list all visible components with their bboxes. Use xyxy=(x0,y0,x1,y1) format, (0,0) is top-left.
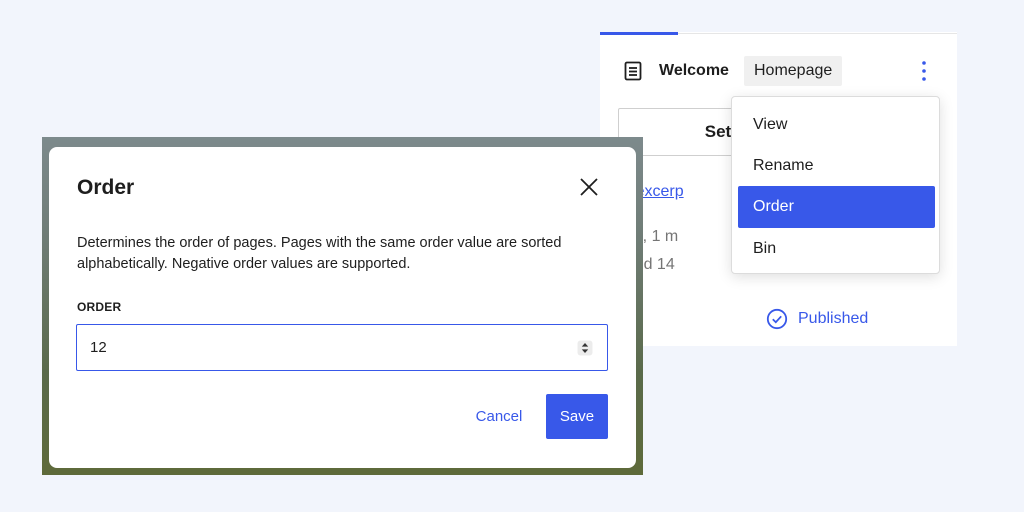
status-value: Published xyxy=(798,310,869,327)
number-spinner-icon[interactable] xyxy=(577,340,593,356)
active-tab-indicator xyxy=(600,32,678,35)
order-field-label: ORDER xyxy=(77,300,122,314)
menu-item-bin[interactable]: Bin xyxy=(738,228,935,270)
save-button[interactable]: Save xyxy=(546,394,608,439)
page-title: Welcome xyxy=(659,62,729,79)
modal-description: Determines the order of pages. Pages wit… xyxy=(77,235,562,272)
document-icon xyxy=(624,61,642,81)
status-button[interactable]: Published xyxy=(766,308,868,330)
order-input[interactable] xyxy=(76,324,608,371)
check-circle-icon xyxy=(766,308,788,330)
tab-divider xyxy=(678,33,957,34)
menu-item-view[interactable]: View xyxy=(738,104,935,146)
modal-title: Order xyxy=(77,176,135,199)
menu-item-rename[interactable]: Rename xyxy=(738,145,935,187)
menu-item-order[interactable]: Order xyxy=(738,186,935,228)
page-actions-menu: View Rename Order Bin xyxy=(731,96,940,274)
more-vertical-icon[interactable] xyxy=(912,58,936,84)
close-icon[interactable] xyxy=(577,175,601,199)
cancel-button[interactable]: Cancel xyxy=(465,394,533,439)
order-modal: Order Determines the order of pages. Pag… xyxy=(49,147,636,468)
homepage-badge: Homepage xyxy=(744,56,843,86)
